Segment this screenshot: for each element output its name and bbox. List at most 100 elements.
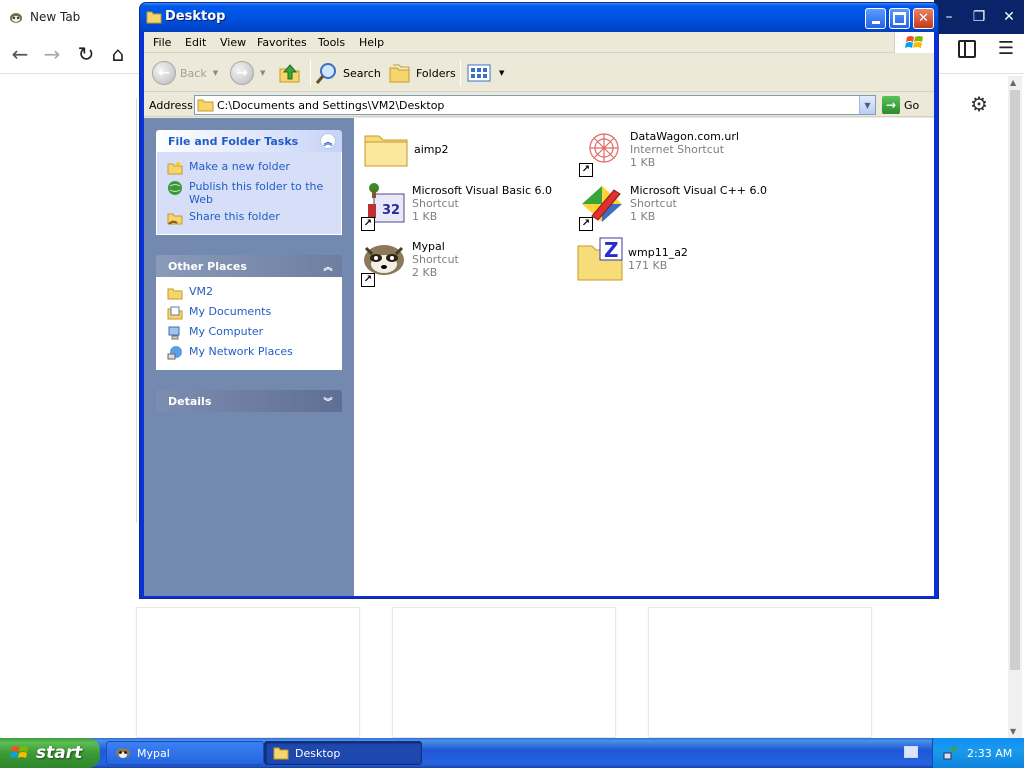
browser-tab-label: New Tab [30, 10, 81, 24]
address-label: Address [149, 99, 193, 112]
window-title: Desktop [165, 9, 226, 24]
menu-help[interactable]: Help [359, 36, 384, 49]
menu-favorites[interactable]: Favorites [257, 36, 307, 49]
toolbar-separator [310, 60, 311, 86]
maximize-button[interactable] [889, 8, 910, 29]
explorer-window: Desktop File Edit View Favorites Tools H… [139, 2, 939, 599]
file-size: 1 KB [412, 210, 438, 223]
start-button[interactable]: start [0, 738, 100, 768]
hamburger-icon[interactable]: ☰ [998, 38, 1014, 59]
place-label: My Network Places [189, 345, 293, 358]
search-label: Search [343, 66, 381, 80]
folders-button[interactable]: Folders [388, 60, 456, 86]
gear-icon[interactable]: ⚙ [970, 92, 988, 116]
place-label: My Documents [189, 305, 272, 318]
address-dropdown-button[interactable]: ▼ [859, 96, 875, 114]
file-item-visual-basic[interactable]: 32 ↗ Microsoft Visual Basic 6.0 Shortcut… [360, 180, 570, 232]
system-tray: 2:33 AM [932, 738, 1024, 768]
scroll-down-icon[interactable]: ▼ [1010, 727, 1016, 736]
task-share-folder[interactable]: Share this folder [167, 210, 335, 226]
file-item-wmp11[interactable]: Z wmp11_a2 171 KB [576, 236, 786, 288]
browser-forward-button[interactable]: → [38, 40, 66, 68]
taskbar-item-mypal[interactable]: Mypal [106, 741, 264, 765]
collapse-chevron-icon[interactable]: ︽ [320, 133, 336, 149]
browser-restore-button[interactable]: ❐ [964, 0, 994, 34]
taskbar-item-label: Mypal [137, 746, 170, 760]
standard-toolbar: ← Back ▼ → ▼ Search Folders ▼ [144, 54, 934, 92]
forward-button[interactable]: → ▼ [230, 60, 265, 86]
scroll-up-icon[interactable]: ▲ [1010, 78, 1016, 87]
file-tasks-header[interactable]: File and Folder Tasks ︽ [156, 130, 342, 152]
new-tab-tile[interactable] [392, 607, 616, 738]
close-button[interactable] [913, 8, 934, 29]
folder-icon [273, 747, 289, 760]
new-tab-tile[interactable] [648, 607, 872, 738]
windows-flag-icon [10, 746, 28, 758]
minimize-button[interactable] [865, 8, 886, 29]
folders-icon [389, 64, 410, 83]
views-icon [467, 64, 491, 82]
browser-back-button[interactable]: ← [6, 40, 34, 68]
task-make-new-folder[interactable]: Make a new folder [167, 160, 335, 176]
browser-scrollbar[interactable]: ▲ ▼ [1008, 76, 1022, 738]
my-documents-icon [167, 306, 183, 320]
place-my-documents[interactable]: My Documents [167, 305, 335, 321]
file-size: 171 KB [628, 259, 668, 272]
explorer-title-bar[interactable]: Desktop [140, 3, 938, 32]
place-my-computer[interactable]: My Computer [167, 325, 335, 341]
browser-close-button[interactable]: ✕ [994, 0, 1024, 34]
place-my-network-places[interactable]: My Network Places [167, 345, 335, 361]
new-tab-tile[interactable] [136, 607, 360, 738]
file-size: 1 KB [630, 156, 656, 169]
task-label: Make a new folder [189, 160, 290, 173]
task-publish-to-web[interactable]: Publish this folder to the Web [167, 180, 335, 206]
network-status-icon[interactable] [943, 745, 959, 761]
keyboard-icon[interactable] [904, 746, 918, 758]
zip-folder-icon: Z [577, 237, 623, 281]
file-name: aimp2 [414, 143, 449, 156]
taskbar-item-desktop[interactable]: Desktop [264, 741, 422, 765]
browser-sidebar-icon[interactable] [958, 40, 976, 58]
back-button[interactable]: ← Back ▼ [152, 60, 218, 86]
views-button[interactable]: ▼ [467, 60, 504, 86]
file-item-datawagon[interactable]: ↗ DataWagon.com.url Internet Shortcut 1 … [578, 126, 788, 178]
menu-tools[interactable]: Tools [318, 36, 345, 49]
clock[interactable]: 2:33 AM [967, 747, 1012, 760]
scrollbar-thumb[interactable] [1010, 90, 1020, 670]
up-folder-button[interactable] [278, 60, 302, 86]
address-input[interactable]: C:\Documents and Settings\VM2\Desktop ▼ [194, 95, 876, 115]
file-type: Shortcut [630, 197, 677, 210]
forward-dropdown-icon[interactable]: ▼ [260, 69, 265, 77]
views-dropdown-icon[interactable]: ▼ [499, 69, 504, 77]
go-button[interactable]: → Go [882, 96, 919, 114]
expand-chevron-icon[interactable]: ︾ [320, 393, 336, 409]
address-value: C:\Documents and Settings\VM2\Desktop [217, 99, 445, 112]
file-name: Microsoft Visual Basic 6.0 [412, 184, 553, 197]
file-name: wmp11_a2 [628, 246, 688, 259]
menu-view[interactable]: View [220, 36, 246, 49]
menu-edit[interactable]: Edit [185, 36, 206, 49]
folders-label: Folders [416, 66, 456, 80]
details-title: Details [168, 395, 212, 408]
file-item-mypal[interactable]: ↗ Mypal Shortcut 2 KB [360, 236, 570, 288]
search-button[interactable]: Search [315, 60, 381, 86]
menu-file[interactable]: File [153, 36, 171, 49]
collapse-chevron-icon[interactable]: ︽ [320, 258, 336, 274]
folder-icon [197, 99, 214, 112]
file-item-aimp2[interactable]: aimp2 [362, 126, 572, 178]
shortcut-overlay-icon: ↗ [361, 217, 375, 231]
file-type: Shortcut [412, 197, 459, 210]
other-places-header[interactable]: Other Places ︽ [156, 255, 342, 277]
details-header[interactable]: Details ︾ [156, 390, 342, 412]
browser-reload-button[interactable]: ↻ [72, 40, 100, 68]
folder-icon [364, 135, 408, 167]
back-arrow-icon: ← [152, 61, 176, 85]
place-vm2[interactable]: VM2 [167, 285, 335, 301]
toolbar-separator [460, 60, 461, 86]
file-size: 2 KB [412, 266, 438, 279]
back-dropdown-icon[interactable]: ▼ [213, 69, 218, 77]
browser-home-button[interactable]: ⌂ [104, 40, 132, 68]
file-tasks-title: File and Folder Tasks [168, 135, 299, 148]
file-item-visual-cpp[interactable]: ↗ Microsoft Visual C++ 6.0 Shortcut 1 KB [578, 180, 788, 232]
browser-tab-new-tab[interactable]: New Tab [0, 0, 140, 34]
